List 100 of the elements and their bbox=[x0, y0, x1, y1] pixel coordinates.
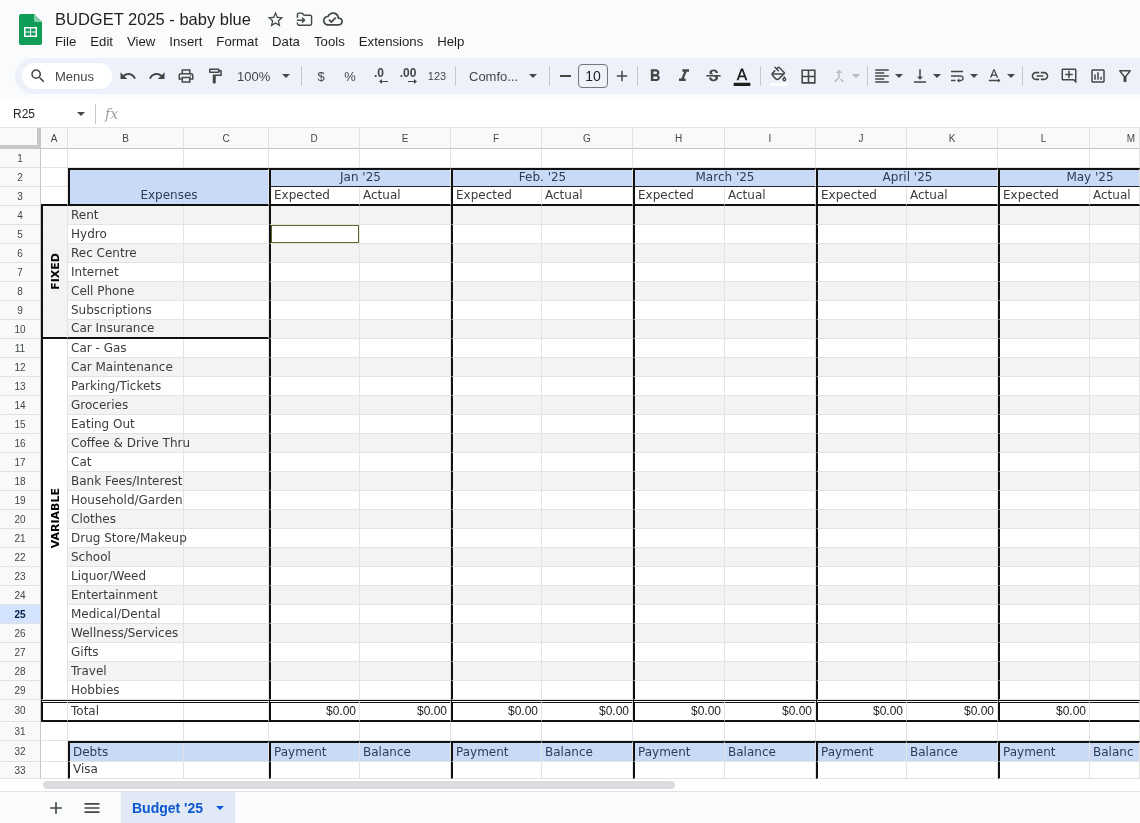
column-header[interactable]: H bbox=[633, 128, 725, 149]
sheet-cell[interactable]: Travel bbox=[68, 662, 269, 681]
row-header[interactable]: 19 bbox=[0, 491, 41, 510]
sheet-cell[interactable]: Drug Store/Makeup bbox=[68, 529, 269, 548]
menu-item[interactable]: Tools bbox=[306, 32, 352, 52]
column-header[interactable]: M bbox=[1090, 128, 1140, 149]
row-header[interactable]: 5 bbox=[0, 225, 41, 244]
sheet-cell[interactable]: Car Insurance bbox=[68, 320, 269, 339]
row-header[interactable]: 31 bbox=[0, 722, 41, 741]
row-header[interactable]: 4 bbox=[0, 206, 41, 225]
column-header[interactable]: A bbox=[41, 128, 68, 149]
column-header[interactable]: G bbox=[542, 128, 633, 149]
sheet-cell[interactable]: April '25 bbox=[816, 168, 998, 187]
sheet-cell[interactable]: Car Maintenance bbox=[68, 358, 269, 377]
sheet-cell[interactable]: $0.00 bbox=[907, 700, 998, 722]
menu-item[interactable]: Edit bbox=[83, 32, 120, 52]
sheet-cell[interactable]: Expected bbox=[816, 187, 907, 206]
sheet-cell[interactable]: Balanc bbox=[1090, 741, 1140, 762]
column-header[interactable]: L bbox=[998, 128, 1090, 149]
row-header[interactable]: 21 bbox=[0, 529, 41, 548]
font-size-field[interactable]: 10 bbox=[578, 64, 608, 88]
column-header[interactable]: E bbox=[360, 128, 451, 149]
row-header[interactable]: 33 bbox=[0, 762, 41, 779]
zoom-dropdown[interactable]: 100% bbox=[230, 62, 296, 90]
sheet-cell[interactable]: Actual bbox=[907, 187, 998, 206]
sheet-cell[interactable]: Payment bbox=[451, 741, 542, 762]
sheet-cell[interactable]: Payment bbox=[633, 741, 725, 762]
sheet-cell[interactable]: Clothes bbox=[68, 510, 269, 529]
sheet-cell[interactable]: Expected bbox=[451, 187, 542, 206]
row-header[interactable]: 30 bbox=[0, 700, 41, 722]
sheet-cell[interactable]: Balance bbox=[907, 741, 998, 762]
sheet-cell[interactable]: $0.00 bbox=[269, 700, 360, 722]
row-header[interactable]: 13 bbox=[0, 377, 41, 396]
sheet-cell[interactable]: Bank Fees/Interest bbox=[68, 472, 269, 491]
row-header[interactable]: 6 bbox=[0, 244, 41, 263]
scrollbar-thumb[interactable] bbox=[43, 781, 675, 789]
row-header[interactable]: 2 bbox=[0, 168, 41, 187]
row-header[interactable]: 10 bbox=[0, 320, 41, 339]
row-header[interactable]: 11 bbox=[0, 339, 41, 358]
sheet-cell[interactable]: Rent bbox=[68, 206, 269, 225]
sheet-cell[interactable]: $0.00 bbox=[542, 700, 633, 722]
row-header[interactable]: 20 bbox=[0, 510, 41, 529]
row-header[interactable]: 1 bbox=[0, 149, 41, 168]
row-header[interactable]: 28 bbox=[0, 662, 41, 681]
row-header[interactable]: 32 bbox=[0, 741, 41, 762]
sheet-cell[interactable]: $0.00 bbox=[725, 700, 816, 722]
row-header[interactable]: 9 bbox=[0, 301, 41, 320]
sheet-cell[interactable]: Gifts bbox=[68, 643, 269, 662]
sheet-cell[interactable]: Eating Out bbox=[68, 415, 269, 434]
column-header[interactable]: F bbox=[451, 128, 542, 149]
menu-item[interactable]: Help bbox=[430, 32, 472, 52]
sheet-cell[interactable]: May '25 bbox=[998, 168, 1140, 187]
font-dropdown[interactable]: Comfo... bbox=[460, 62, 545, 90]
sheet-cell[interactable]: Cell Phone bbox=[68, 282, 269, 301]
sheet-cell[interactable]: $0.00 bbox=[360, 700, 451, 722]
row-header[interactable]: 27 bbox=[0, 643, 41, 662]
sheet-cell[interactable]: VARIABLE bbox=[41, 339, 68, 700]
currency-format-button[interactable]: $ bbox=[307, 62, 335, 90]
row-header[interactable]: 24 bbox=[0, 586, 41, 605]
row-header[interactable]: 14 bbox=[0, 396, 41, 415]
sheet-cell[interactable] bbox=[1090, 700, 1140, 722]
column-header[interactable]: I bbox=[725, 128, 816, 149]
column-header[interactable]: C bbox=[184, 128, 269, 149]
sheet-cell[interactable]: Coffee & Drive Thru bbox=[68, 434, 269, 453]
row-header[interactable]: 8 bbox=[0, 282, 41, 301]
sheet-cell[interactable]: Expenses bbox=[68, 168, 269, 206]
menu-item[interactable]: Extensions bbox=[351, 32, 431, 52]
sheet-cell[interactable]: March '25 bbox=[633, 168, 816, 187]
sheet-cell[interactable]: FIXED bbox=[41, 206, 68, 339]
sheet-cell[interactable]: Internet bbox=[68, 263, 269, 282]
row-header[interactable]: 22 bbox=[0, 548, 41, 567]
sheet-cell[interactable]: Feb. '25 bbox=[451, 168, 633, 187]
menu-item[interactable]: View bbox=[120, 32, 163, 52]
sheet-cell[interactable]: $0.00 bbox=[998, 700, 1090, 722]
sheet-cell[interactable]: Wellness/Services bbox=[68, 624, 269, 643]
sheet-cell[interactable]: $0.00 bbox=[451, 700, 542, 722]
sheet-cell[interactable]: Hobbies bbox=[68, 681, 269, 700]
sheet-cell[interactable]: Entertainment bbox=[68, 586, 269, 605]
sheet-cell[interactable]: $0.00 bbox=[633, 700, 725, 722]
sheet-cell[interactable]: Payment bbox=[816, 741, 907, 762]
row-header[interactable]: 7 bbox=[0, 263, 41, 282]
row-header[interactable]: 26 bbox=[0, 624, 41, 643]
menu-item[interactable]: Data bbox=[265, 32, 307, 52]
row-header[interactable]: 15 bbox=[0, 415, 41, 434]
menu-item[interactable]: Insert bbox=[162, 32, 210, 52]
sheet-cell[interactable]: Medical/Dental bbox=[68, 605, 269, 624]
sheet-cell[interactable]: Groceries bbox=[68, 396, 269, 415]
more-formats-button[interactable]: 123 bbox=[423, 62, 451, 90]
sheet-cell[interactable] bbox=[41, 700, 68, 722]
row-header[interactable]: 29 bbox=[0, 681, 41, 700]
sheet-cell[interactable]: $0.00 bbox=[816, 700, 907, 722]
sheet-cell[interactable]: Expected bbox=[998, 187, 1090, 206]
sheet-cell[interactable]: School bbox=[68, 548, 269, 567]
sheet-cell[interactable]: Car - Gas bbox=[68, 339, 269, 358]
menu-search-input[interactable]: Menus bbox=[55, 68, 107, 84]
column-header[interactable]: B bbox=[68, 128, 184, 149]
menu-item[interactable]: Format bbox=[209, 32, 266, 52]
row-header[interactable]: 25 bbox=[0, 605, 41, 624]
sheet-cell[interactable]: Household/Garden bbox=[68, 491, 269, 510]
sheet-cell[interactable]: Payment bbox=[269, 741, 360, 762]
